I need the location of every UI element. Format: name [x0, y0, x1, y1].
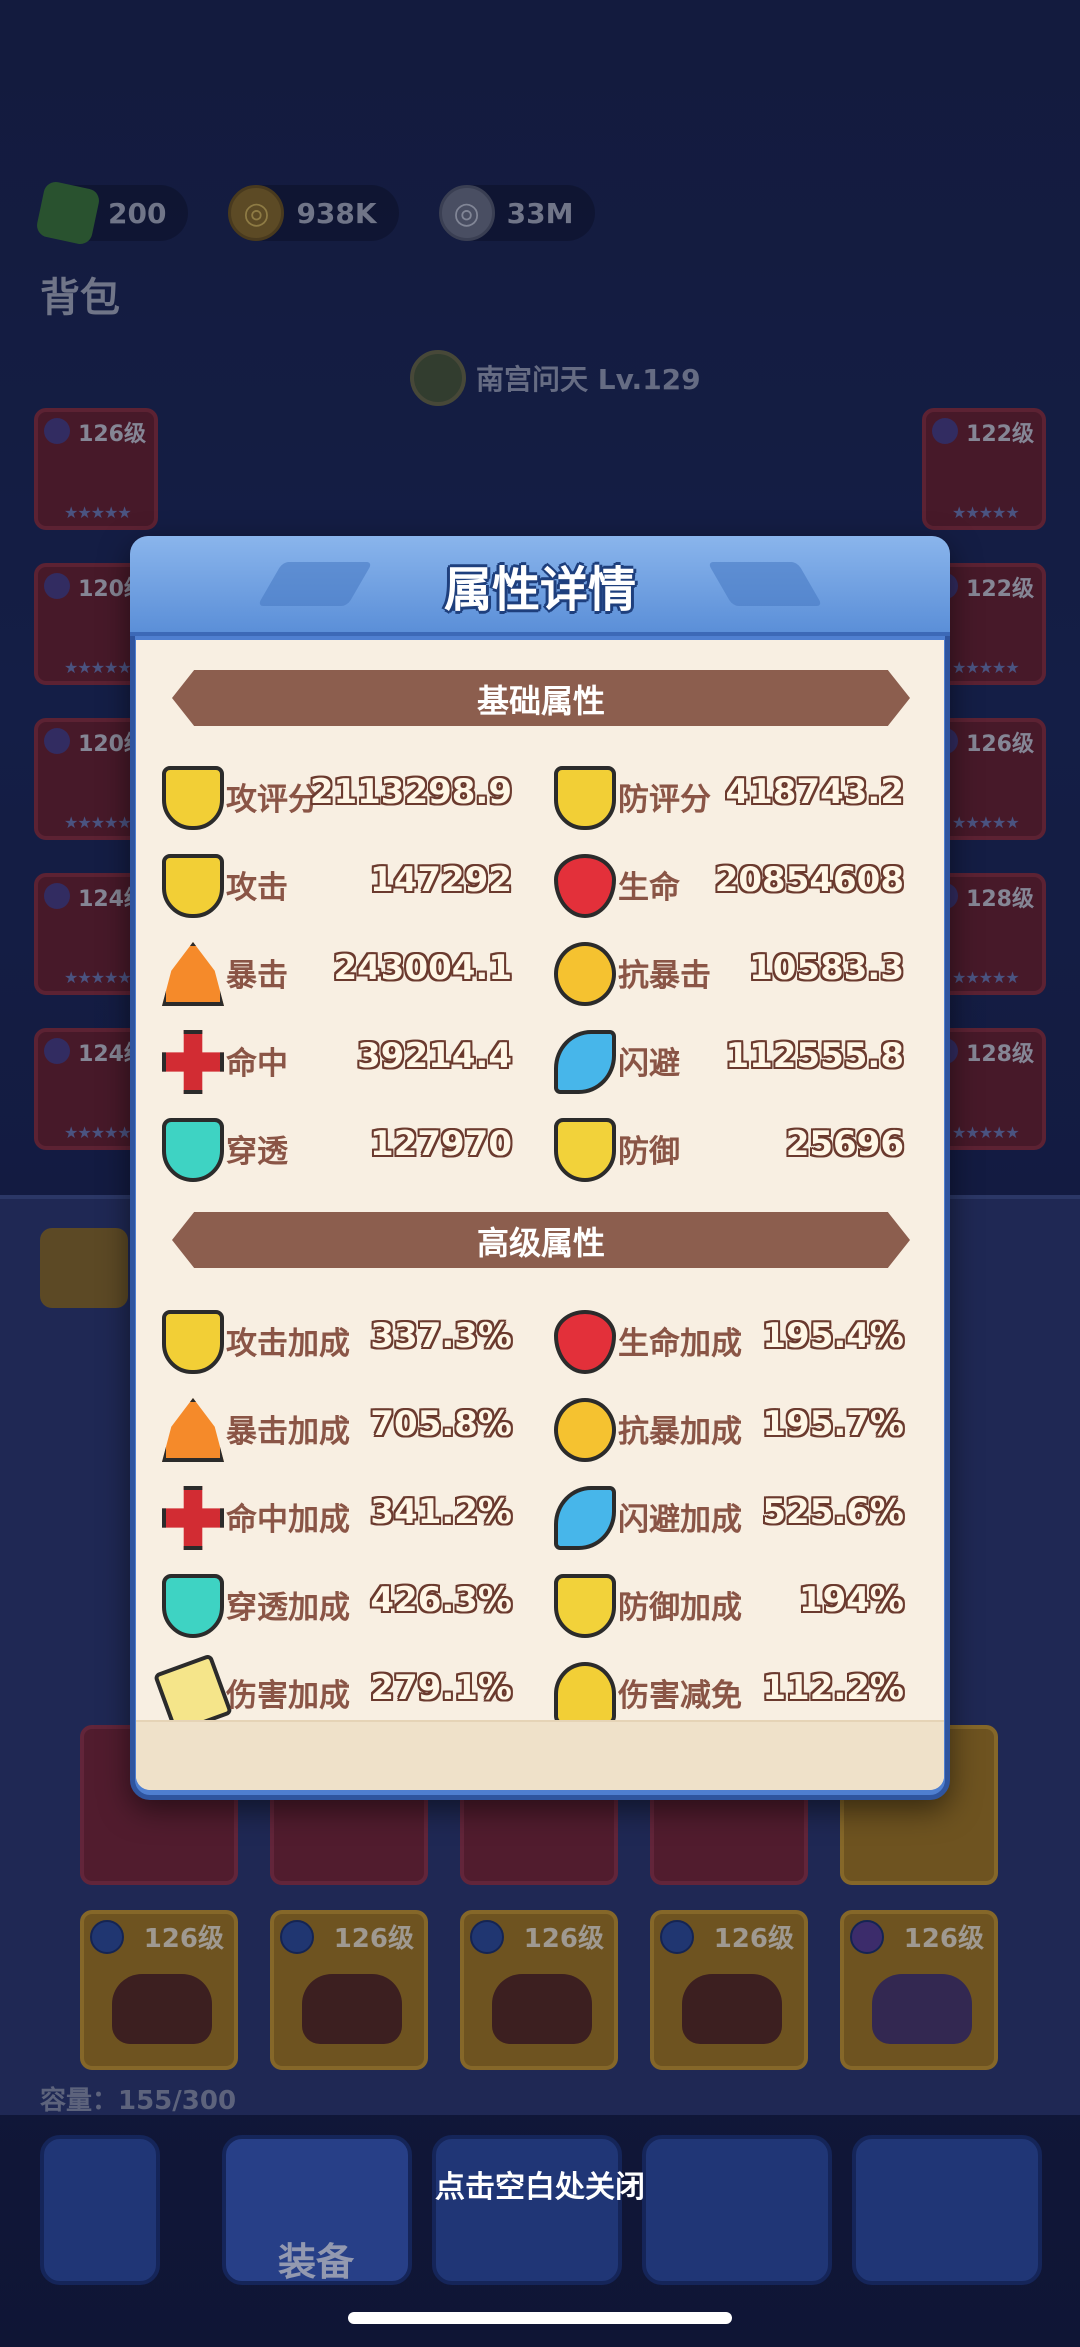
hit-bonus-icon	[162, 1486, 224, 1550]
stat-attack-rating: 攻评分 2113298.9	[162, 762, 512, 834]
crit-bonus-icon	[162, 1398, 224, 1462]
stat-value: 127970	[370, 1124, 512, 1164]
attack-icon	[162, 854, 224, 918]
attack-bonus-icon	[162, 1310, 224, 1374]
modal-bottom-decoration	[136, 1720, 944, 1790]
hp-bonus-heart-icon	[554, 1310, 616, 1374]
stat-value: 112.2%	[762, 1668, 904, 1708]
basic-section-title: 基础属性	[476, 682, 605, 720]
stat-name: 穿透加成	[226, 1590, 350, 1626]
stat-hp: 生命 20854608	[554, 850, 904, 922]
stat-name: 防评分	[618, 782, 711, 818]
advanced-section-title: 高级属性	[476, 1224, 605, 1262]
stat-value: 20854608	[714, 860, 904, 900]
stat-crit: 暴击 243004.1	[162, 938, 512, 1010]
stat-value: 341.2%	[370, 1492, 512, 1532]
stat-value: 337.3%	[370, 1316, 512, 1356]
stat-hp-bonus: 生命加成 195.4%	[554, 1306, 904, 1378]
stat-name: 命中	[226, 1046, 288, 1082]
stat-name: 防御	[618, 1134, 680, 1170]
stat-value: 25696	[785, 1124, 904, 1164]
close-hint: 点击空白处关闭	[435, 2170, 645, 2205]
attribute-details-modal: 属性详情 基础属性 攻评分 2113298.9 防评分 418743.2 攻击 …	[130, 536, 950, 1800]
stat-defense: 防御 25696	[554, 1114, 904, 1186]
stat-value: 147292	[370, 860, 512, 900]
crit-resist-bonus-icon	[554, 1398, 616, 1462]
stat-defense-bonus: 防御加成 194%	[554, 1570, 904, 1642]
stat-name: 穿透	[226, 1134, 288, 1170]
stat-value: 10583.3	[749, 948, 904, 988]
stat-value: 2113298.9	[309, 772, 512, 812]
crit-resist-icon	[554, 942, 616, 1006]
stat-value: 243004.1	[333, 948, 512, 988]
stat-value: 194%	[798, 1580, 904, 1620]
stat-name: 命中加成	[226, 1502, 350, 1538]
modal-body: 基础属性 攻评分 2113298.9 防评分 418743.2 攻击 14729…	[136, 640, 944, 1790]
stat-name: 闪避加成	[618, 1502, 742, 1538]
stat-dodge: 闪避 112555.8	[554, 1026, 904, 1098]
stat-name: 抗暴击	[618, 958, 711, 994]
stat-penetration: 穿透 127970	[162, 1114, 512, 1186]
stat-penetration-bonus: 穿透加成 426.3%	[162, 1570, 512, 1642]
stat-name: 伤害加成	[226, 1678, 350, 1714]
stat-value: 525.6%	[762, 1492, 904, 1532]
stat-value: 195.7%	[762, 1404, 904, 1444]
attack-rating-icon	[162, 766, 224, 830]
stat-name: 攻击	[226, 870, 288, 906]
stat-value: 279.1%	[370, 1668, 512, 1708]
modal-header: 属性详情	[130, 536, 950, 636]
stat-name: 防御加成	[618, 1590, 742, 1626]
stat-name: 生命加成	[618, 1326, 742, 1362]
stat-crit-bonus: 暴击加成 705.8%	[162, 1394, 512, 1466]
home-indicator[interactable]	[348, 2312, 732, 2324]
stat-dodge-bonus: 闪避加成 525.6%	[554, 1482, 904, 1554]
stat-name: 闪避	[618, 1046, 680, 1082]
stat-name: 抗暴加成	[618, 1414, 742, 1450]
dodge-wing-icon	[554, 1030, 616, 1094]
stat-value: 426.3%	[370, 1580, 512, 1620]
stat-value: 112555.8	[725, 1036, 904, 1076]
penetration-icon	[162, 1118, 224, 1182]
stat-hit-bonus: 命中加成 341.2%	[162, 1482, 512, 1554]
stat-attack: 攻击 147292	[162, 850, 512, 922]
stat-name: 攻评分	[226, 782, 319, 818]
stat-attack-bonus: 攻击加成 337.3%	[162, 1306, 512, 1378]
defense-shield-icon	[554, 1118, 616, 1182]
crit-fire-icon	[162, 942, 224, 1006]
stat-crit-resist: 抗暴击 10583.3	[554, 938, 904, 1010]
stat-value: 39214.4	[357, 1036, 512, 1076]
stat-hit: 命中 39214.4	[162, 1026, 512, 1098]
damage-reduction-icon	[554, 1662, 616, 1726]
stat-name: 伤害减免	[618, 1678, 742, 1714]
stat-name: 暴击加成	[226, 1414, 350, 1450]
defense-bonus-icon	[554, 1574, 616, 1638]
hit-cross-icon	[162, 1030, 224, 1094]
stat-name: 生命	[618, 870, 680, 906]
stat-name: 攻击加成	[226, 1326, 350, 1362]
stat-name: 暴击	[226, 958, 288, 994]
stat-value: 195.4%	[762, 1316, 904, 1356]
advanced-section-header: 高级属性	[172, 1212, 910, 1268]
modal-title: 属性详情	[443, 562, 636, 618]
heart-icon	[554, 854, 616, 918]
stat-crit-resist-bonus: 抗暴加成 195.7%	[554, 1394, 904, 1466]
basic-section-header: 基础属性	[172, 670, 910, 726]
stat-value: 418743.2	[725, 772, 904, 812]
penetration-bonus-icon	[162, 1574, 224, 1638]
defense-rating-icon	[554, 766, 616, 830]
dodge-bonus-icon	[554, 1486, 616, 1550]
stat-defense-rating: 防评分 418743.2	[554, 762, 904, 834]
stat-value: 705.8%	[370, 1404, 512, 1444]
